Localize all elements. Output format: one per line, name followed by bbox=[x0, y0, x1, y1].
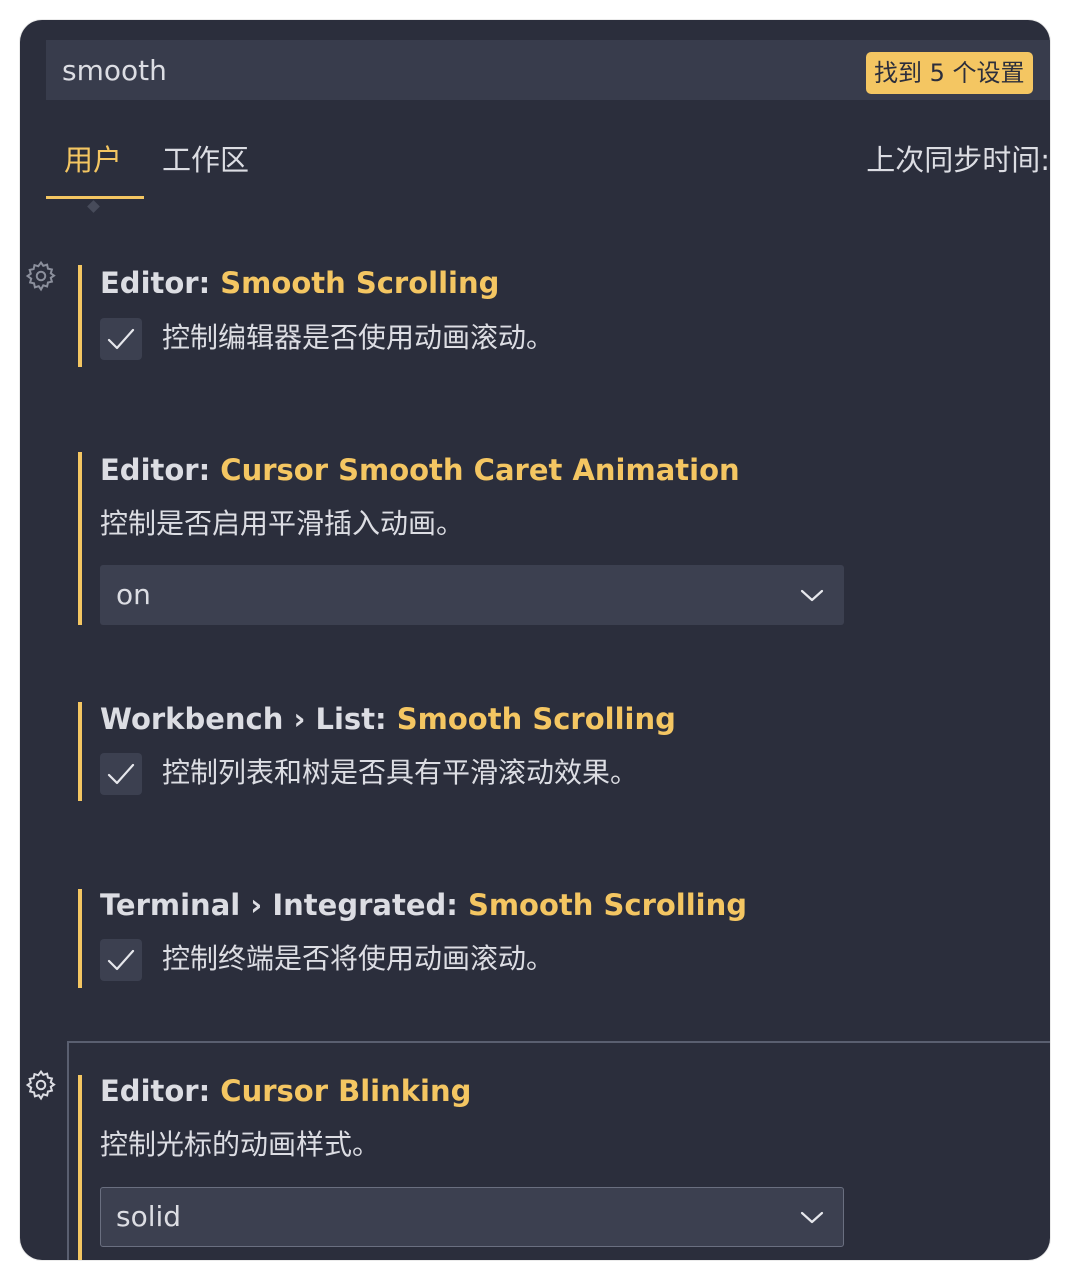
setting-category: Editor: bbox=[100, 1074, 221, 1108]
chevron-down-icon bbox=[800, 589, 824, 602]
setting-title: Editor: Smooth Scrolling bbox=[100, 263, 499, 303]
last-sync-label: 上次同步时间: bbox=[866, 143, 1050, 177]
modified-indicator bbox=[78, 702, 82, 801]
modified-indicator bbox=[78, 889, 82, 988]
select-value: solid bbox=[116, 1200, 182, 1233]
checkbox[interactable] bbox=[100, 318, 142, 360]
setting-name: Cursor Smooth Caret Animation bbox=[220, 453, 740, 487]
setting-category: Workbench › List: bbox=[100, 702, 397, 736]
tab-workspace[interactable]: 工作区 bbox=[162, 138, 249, 182]
setting-workbench-list-smooth-scrolling: Workbench › List: Smooth Scrolling 控制列表和… bbox=[78, 702, 1050, 801]
setting-name: Smooth Scrolling bbox=[467, 888, 748, 922]
check-icon bbox=[107, 949, 135, 971]
check-icon bbox=[107, 763, 135, 785]
setting-description: 控制编辑器是否使用动画滚动。 bbox=[162, 321, 555, 354]
setting-editor-cursor-smooth-caret-animation: Editor: Cursor Smooth Caret Animation 控制… bbox=[78, 452, 1050, 625]
modified-indicator bbox=[78, 452, 82, 625]
gear-icon[interactable] bbox=[24, 259, 58, 293]
setting-editor-cursor-blinking: Editor: Cursor Blinking 控制光标的动画样式。 solid bbox=[78, 1074, 1050, 1260]
setting-title: Workbench › List: Smooth Scrolling bbox=[100, 699, 676, 739]
search-input[interactable] bbox=[62, 52, 822, 88]
settings-window: 找到 5 个设置 用户 工作区 上次同步时间: Editor: Smooth S… bbox=[20, 20, 1050, 1260]
check-icon bbox=[107, 328, 135, 350]
setting-terminal-integrated-smooth-scrolling: Terminal › Integrated: Smooth Scrolling … bbox=[78, 888, 1050, 988]
setting-name: Smooth Scrolling bbox=[220, 266, 500, 300]
select-dropdown[interactable]: on bbox=[100, 565, 844, 625]
modified-indicator bbox=[78, 265, 82, 367]
gear-icon[interactable] bbox=[24, 1068, 58, 1102]
setting-title: Terminal › Integrated: Smooth Scrolling bbox=[100, 885, 747, 925]
modified-indicator bbox=[78, 1075, 82, 1260]
setting-description: 控制是否启用平滑插入动画。 bbox=[100, 507, 465, 540]
setting-name: Smooth Scrolling bbox=[396, 702, 676, 736]
setting-description: 控制终端是否将使用动画滚动。 bbox=[162, 942, 555, 975]
setting-title: Editor: Cursor Smooth Caret Animation bbox=[100, 450, 740, 490]
setting-title: Editor: Cursor Blinking bbox=[100, 1071, 471, 1111]
setting-category: Editor: bbox=[100, 453, 221, 487]
checkbox[interactable] bbox=[100, 939, 142, 981]
active-tab-indicator bbox=[46, 196, 144, 199]
result-count-badge: 找到 5 个设置 bbox=[866, 52, 1033, 94]
setting-editor-smooth-scrolling: Editor: Smooth Scrolling 控制编辑器是否使用动画滚动。 bbox=[78, 265, 1050, 367]
tab-pointer bbox=[87, 200, 100, 213]
checkbox[interactable] bbox=[100, 753, 142, 795]
setting-description: 控制列表和树是否具有平滑滚动效果。 bbox=[162, 756, 639, 789]
tab-user[interactable]: 用户 bbox=[64, 138, 122, 182]
setting-description: 控制光标的动画样式。 bbox=[100, 1128, 381, 1161]
select-dropdown[interactable]: solid bbox=[100, 1187, 844, 1247]
setting-category: Terminal › Integrated: bbox=[100, 888, 468, 922]
setting-name: Cursor Blinking bbox=[220, 1074, 472, 1108]
chevron-down-icon bbox=[800, 1211, 824, 1224]
select-value: on bbox=[116, 578, 151, 611]
setting-category: Editor: bbox=[100, 266, 221, 300]
